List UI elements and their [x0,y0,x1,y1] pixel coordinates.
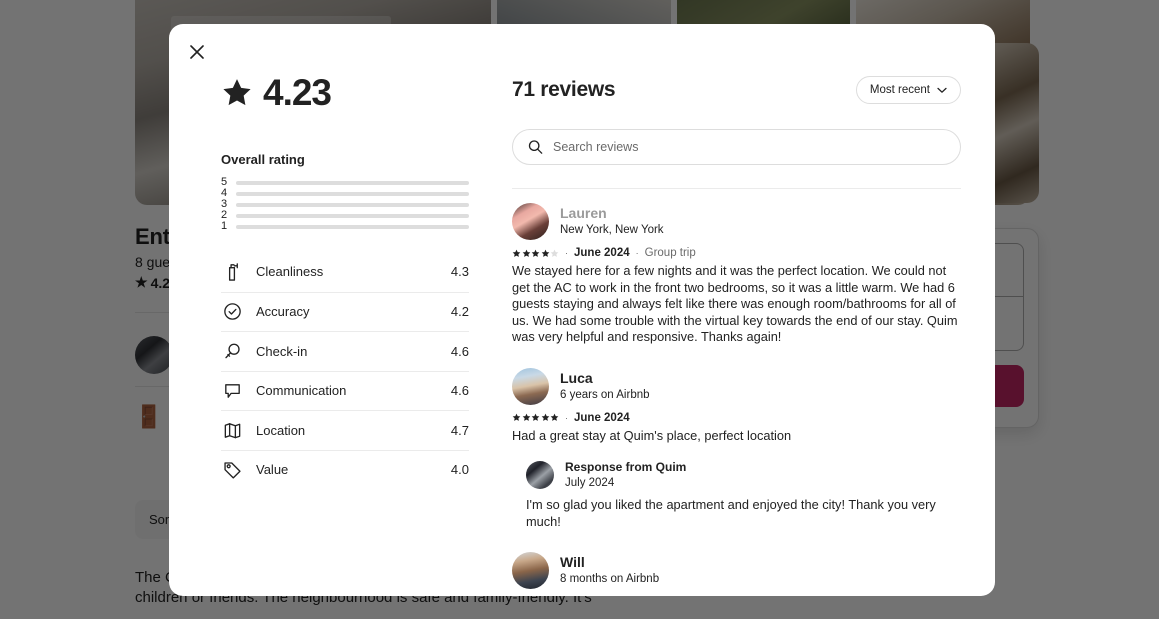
star-icon [522,413,530,421]
avatar [512,367,549,405]
accuracy-check-icon [221,301,243,323]
rating-bar-row-1: 1 [221,221,469,232]
rating-bar-track [236,213,469,218]
review-author-name: Will [560,554,585,570]
sort-dropdown-label: Most recent [869,84,930,96]
star-rating [512,413,559,422]
review-meta: · June 2024 · Group trip [512,247,961,259]
rating-bar-row-4: 4 [221,188,469,199]
review-author[interactable]: Lauren New York, New York [512,203,961,240]
star-icon [541,413,549,421]
star-rating [512,249,559,258]
rating-bar-track [236,180,469,185]
review-item: Will8 months on Airbnb·June 2024·Group t… [512,552,961,596]
host-response-text: I'm so glad you liked the apartment and … [526,497,936,529]
category-rating-label: Check-in [256,343,308,359]
star-icon [531,249,540,257]
host-response-avatar [526,460,554,489]
reviews-modal: 4.23 Overall rating 54321 Cleanliness 4.3… [169,24,995,596]
rating-bar-label: 1 [221,220,228,232]
category-rating-location: Location 4.7 [221,410,469,450]
category-rating-value: 4.3 [450,264,469,280]
overall-rating-label: Overall rating [221,152,305,167]
sort-dropdown[interactable]: Most recent [855,76,961,104]
review-meta: · June 2024 [512,412,961,424]
reviews-count: 71 reviews [512,78,616,101]
category-rating-check-in: Check-in 4.6 [221,331,469,371]
category-rating-value: 4.6 [450,383,469,399]
category-rating-value: 4.7 [450,422,469,438]
category-ratings-list: Cleanliness 4.3 Accuracy 4.2 Check-in 4.6 Comm… [221,252,469,489]
host-response: Response from Quim July 2024 I'm so glad y… [526,458,961,530]
communication-bubble-icon [221,380,243,402]
value-tag-icon [221,459,243,481]
category-rating-label: Accuracy [256,304,310,320]
host-response-date: July 2024 [565,477,615,489]
star-icon [541,249,549,257]
separator-dot: · [565,248,568,258]
rating-bar-track [236,202,469,207]
category-rating-value: 4.2 [450,304,469,320]
review-author-name: Lauren [560,205,607,221]
overall-rating-value: 4.23 [263,72,332,113]
review-item: Luca 6 years on Airbnb · June 2024 Had a gre… [512,367,961,531]
review-text: We stayed here for a few nights and it w… [512,263,958,344]
rating-bar-row-5: 5 [221,177,469,188]
divider [512,188,961,189]
category-rating-communication: Communication 4.6 [221,370,469,411]
star-icon [550,413,559,421]
rating-distribution-chart: 54321 [221,177,469,232]
review-author[interactable]: Luca 6 years on Airbnb [512,367,961,405]
reviews-header: 71 reviews Most recent [512,76,961,104]
review-item: Lauren New York, New York · June 2024 · Group… [512,203,961,346]
category-rating-value: Value 4.0 [221,449,469,490]
star-icon [223,78,251,105]
star-icon [512,249,521,257]
separator-dot: · [565,412,568,423]
avatar [512,552,549,589]
reviews-list[interactable]: Lauren New York, New York · June 2024 · Group… [512,188,961,596]
category-rating-value: 4.6 [450,343,469,359]
category-rating-label: Location [256,422,306,438]
search-reviews-input[interactable] [512,129,961,165]
rating-bar-row-3: 3 [221,199,469,210]
category-rating-value: 4.0 [450,462,469,478]
rating-bar-row-2: 2 [221,210,469,221]
cleanliness-spray-icon [221,261,243,283]
category-rating-label: Value [256,462,289,478]
reviews-panel: 71 reviews Most recent Search reviews La… [503,24,995,596]
checkin-key-icon [221,340,243,362]
category-rating-label: Communication [256,383,347,399]
overall-rating-headline: 4.23 [221,74,469,111]
star-icon [522,249,530,257]
search-reviews-wrapper [512,129,961,165]
category-rating-cleanliness: Cleanliness 4.3 [221,252,469,292]
review-author-subtitle: 6 years on Airbnb [560,388,650,401]
rating-bar-track [236,191,469,196]
star-icon [512,413,521,421]
category-rating-label: Cleanliness [256,264,324,280]
avatar [512,203,549,240]
category-rating-accuracy: Accuracy 4.2 [221,291,469,332]
review-author[interactable]: Will 8 months on Airbnb [512,552,961,589]
host-response-name: Response from Quim [565,460,687,474]
review-author-subtitle: New York, New York [560,224,664,236]
review-text: Had a great stay at Quim's place, perfec… [512,427,792,443]
separator-dot: · [635,248,639,258]
star-icon [550,249,559,257]
location-map-icon [221,419,243,441]
rating-bar-track [236,224,469,229]
star-icon [531,413,540,421]
review-trip-type: Group trip [644,247,696,259]
chevron-down-icon [937,87,947,93]
review-author-name: Luca [560,369,593,386]
review-date: June 2024 [574,411,630,424]
review-author-subtitle: 8 months on Airbnb [560,573,660,585]
ratings-summary-panel: 4.23 Overall rating 54321 Cleanliness 4.3… [169,24,503,596]
review-date: June 2024 [574,247,630,259]
